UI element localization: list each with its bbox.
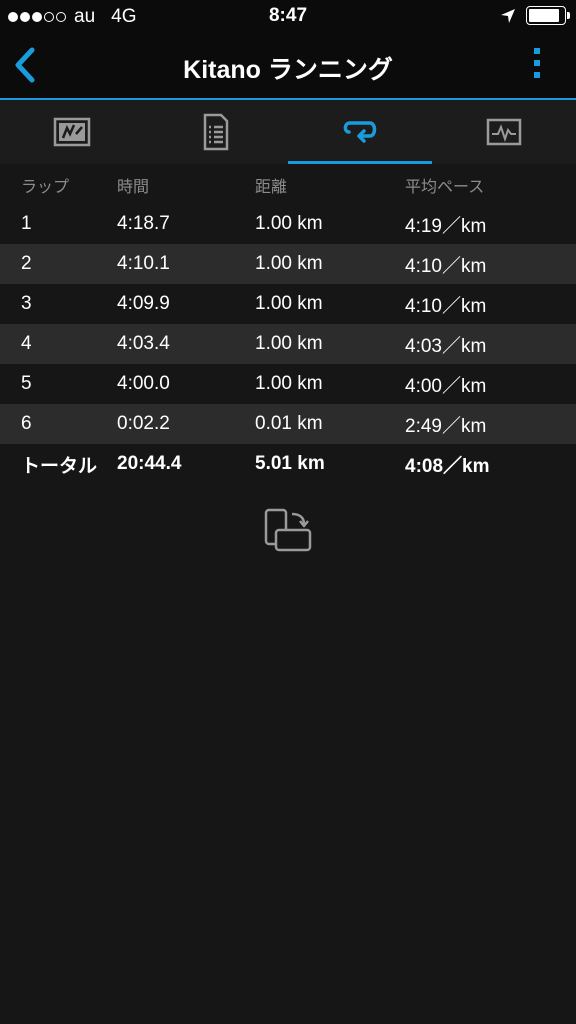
table-row: 3 4:09.9 1.00 km 4:10／km xyxy=(0,284,576,324)
table-row: 5 4:00.0 1.00 km 4:00／km xyxy=(0,364,576,404)
header-lap: ラップ xyxy=(21,179,70,196)
lap-number: 6 xyxy=(21,413,32,434)
laps-loop-icon xyxy=(343,121,377,143)
location-arrow-icon xyxy=(501,8,515,23)
details-list-icon xyxy=(203,113,229,151)
lap-pace: 4:10／km xyxy=(405,295,487,317)
total-distance: 5.01 km xyxy=(255,453,325,474)
rotate-device-icon xyxy=(264,508,312,552)
lap-distance: 0.01 km xyxy=(255,413,323,434)
header-time: 時間 xyxy=(117,179,150,196)
lap-pace: 4:03／km xyxy=(405,335,487,357)
lap-distance: 1.00 km xyxy=(255,373,323,394)
lap-number: 1 xyxy=(21,213,32,234)
lap-distance: 1.00 km xyxy=(255,253,323,274)
lap-time: 4:03.4 xyxy=(117,333,170,354)
lap-number: 5 xyxy=(21,373,32,394)
tab-details[interactable] xyxy=(144,100,288,164)
navigation-bar: Kitano ランニング xyxy=(0,32,576,100)
lap-number: 2 xyxy=(21,253,32,274)
clock: 8:47 xyxy=(268,5,308,26)
lap-time: 4:00.0 xyxy=(117,373,170,394)
table-row: 1 4:18.7 1.00 km 4:19／km xyxy=(0,204,576,244)
lap-time: 4:18.7 xyxy=(117,213,170,234)
tab-bar xyxy=(0,100,576,164)
header-distance: 距離 xyxy=(255,179,288,196)
lap-pace: 4:10／km xyxy=(405,255,487,277)
header-pace: 平均ペース xyxy=(405,179,485,196)
laps-table: 1 4:18.7 1.00 km 4:19／km 2 4:10.1 1.00 k… xyxy=(0,204,576,484)
graph-icon xyxy=(486,118,522,146)
lap-time: 4:09.9 xyxy=(117,293,170,314)
lap-time: 0:02.2 xyxy=(117,413,170,434)
tab-laps[interactable] xyxy=(288,100,432,164)
lap-pace: 4:19／km xyxy=(405,215,487,237)
summary-chart-icon xyxy=(53,117,91,147)
table-row: 6 0:02.2 0.01 km 2:49／km xyxy=(0,404,576,444)
total-label: トータル xyxy=(21,455,98,477)
laps-table-header: ラップ 時間 距離 平均ペース xyxy=(0,166,576,204)
status-bar: au 4G 8:47 xyxy=(0,0,576,32)
lap-time: 4:10.1 xyxy=(117,253,170,274)
total-time: 20:44.4 xyxy=(117,453,182,474)
lap-distance: 1.00 km xyxy=(255,333,323,354)
lap-pace: 4:00／km xyxy=(405,375,487,397)
more-vertical-icon[interactable] xyxy=(532,48,542,82)
tab-graph[interactable] xyxy=(432,100,576,164)
battery-icon xyxy=(526,6,570,25)
lap-number: 4 xyxy=(21,333,32,354)
lap-pace: 2:49／km xyxy=(405,415,487,437)
lap-distance: 1.00 km xyxy=(255,293,323,314)
total-row: トータル 20:44.4 5.01 km 4:08／km xyxy=(0,444,576,484)
table-row: 4 4:03.4 1.00 km 4:03／km xyxy=(0,324,576,364)
total-pace: 4:08／km xyxy=(405,455,490,477)
table-row: 2 4:10.1 1.00 km 4:10／km xyxy=(0,244,576,284)
lap-distance: 1.00 km xyxy=(255,213,323,234)
page-title: Kitano ランニング xyxy=(183,56,393,84)
tab-summary[interactable] xyxy=(0,100,144,164)
lap-number: 3 xyxy=(21,293,32,314)
